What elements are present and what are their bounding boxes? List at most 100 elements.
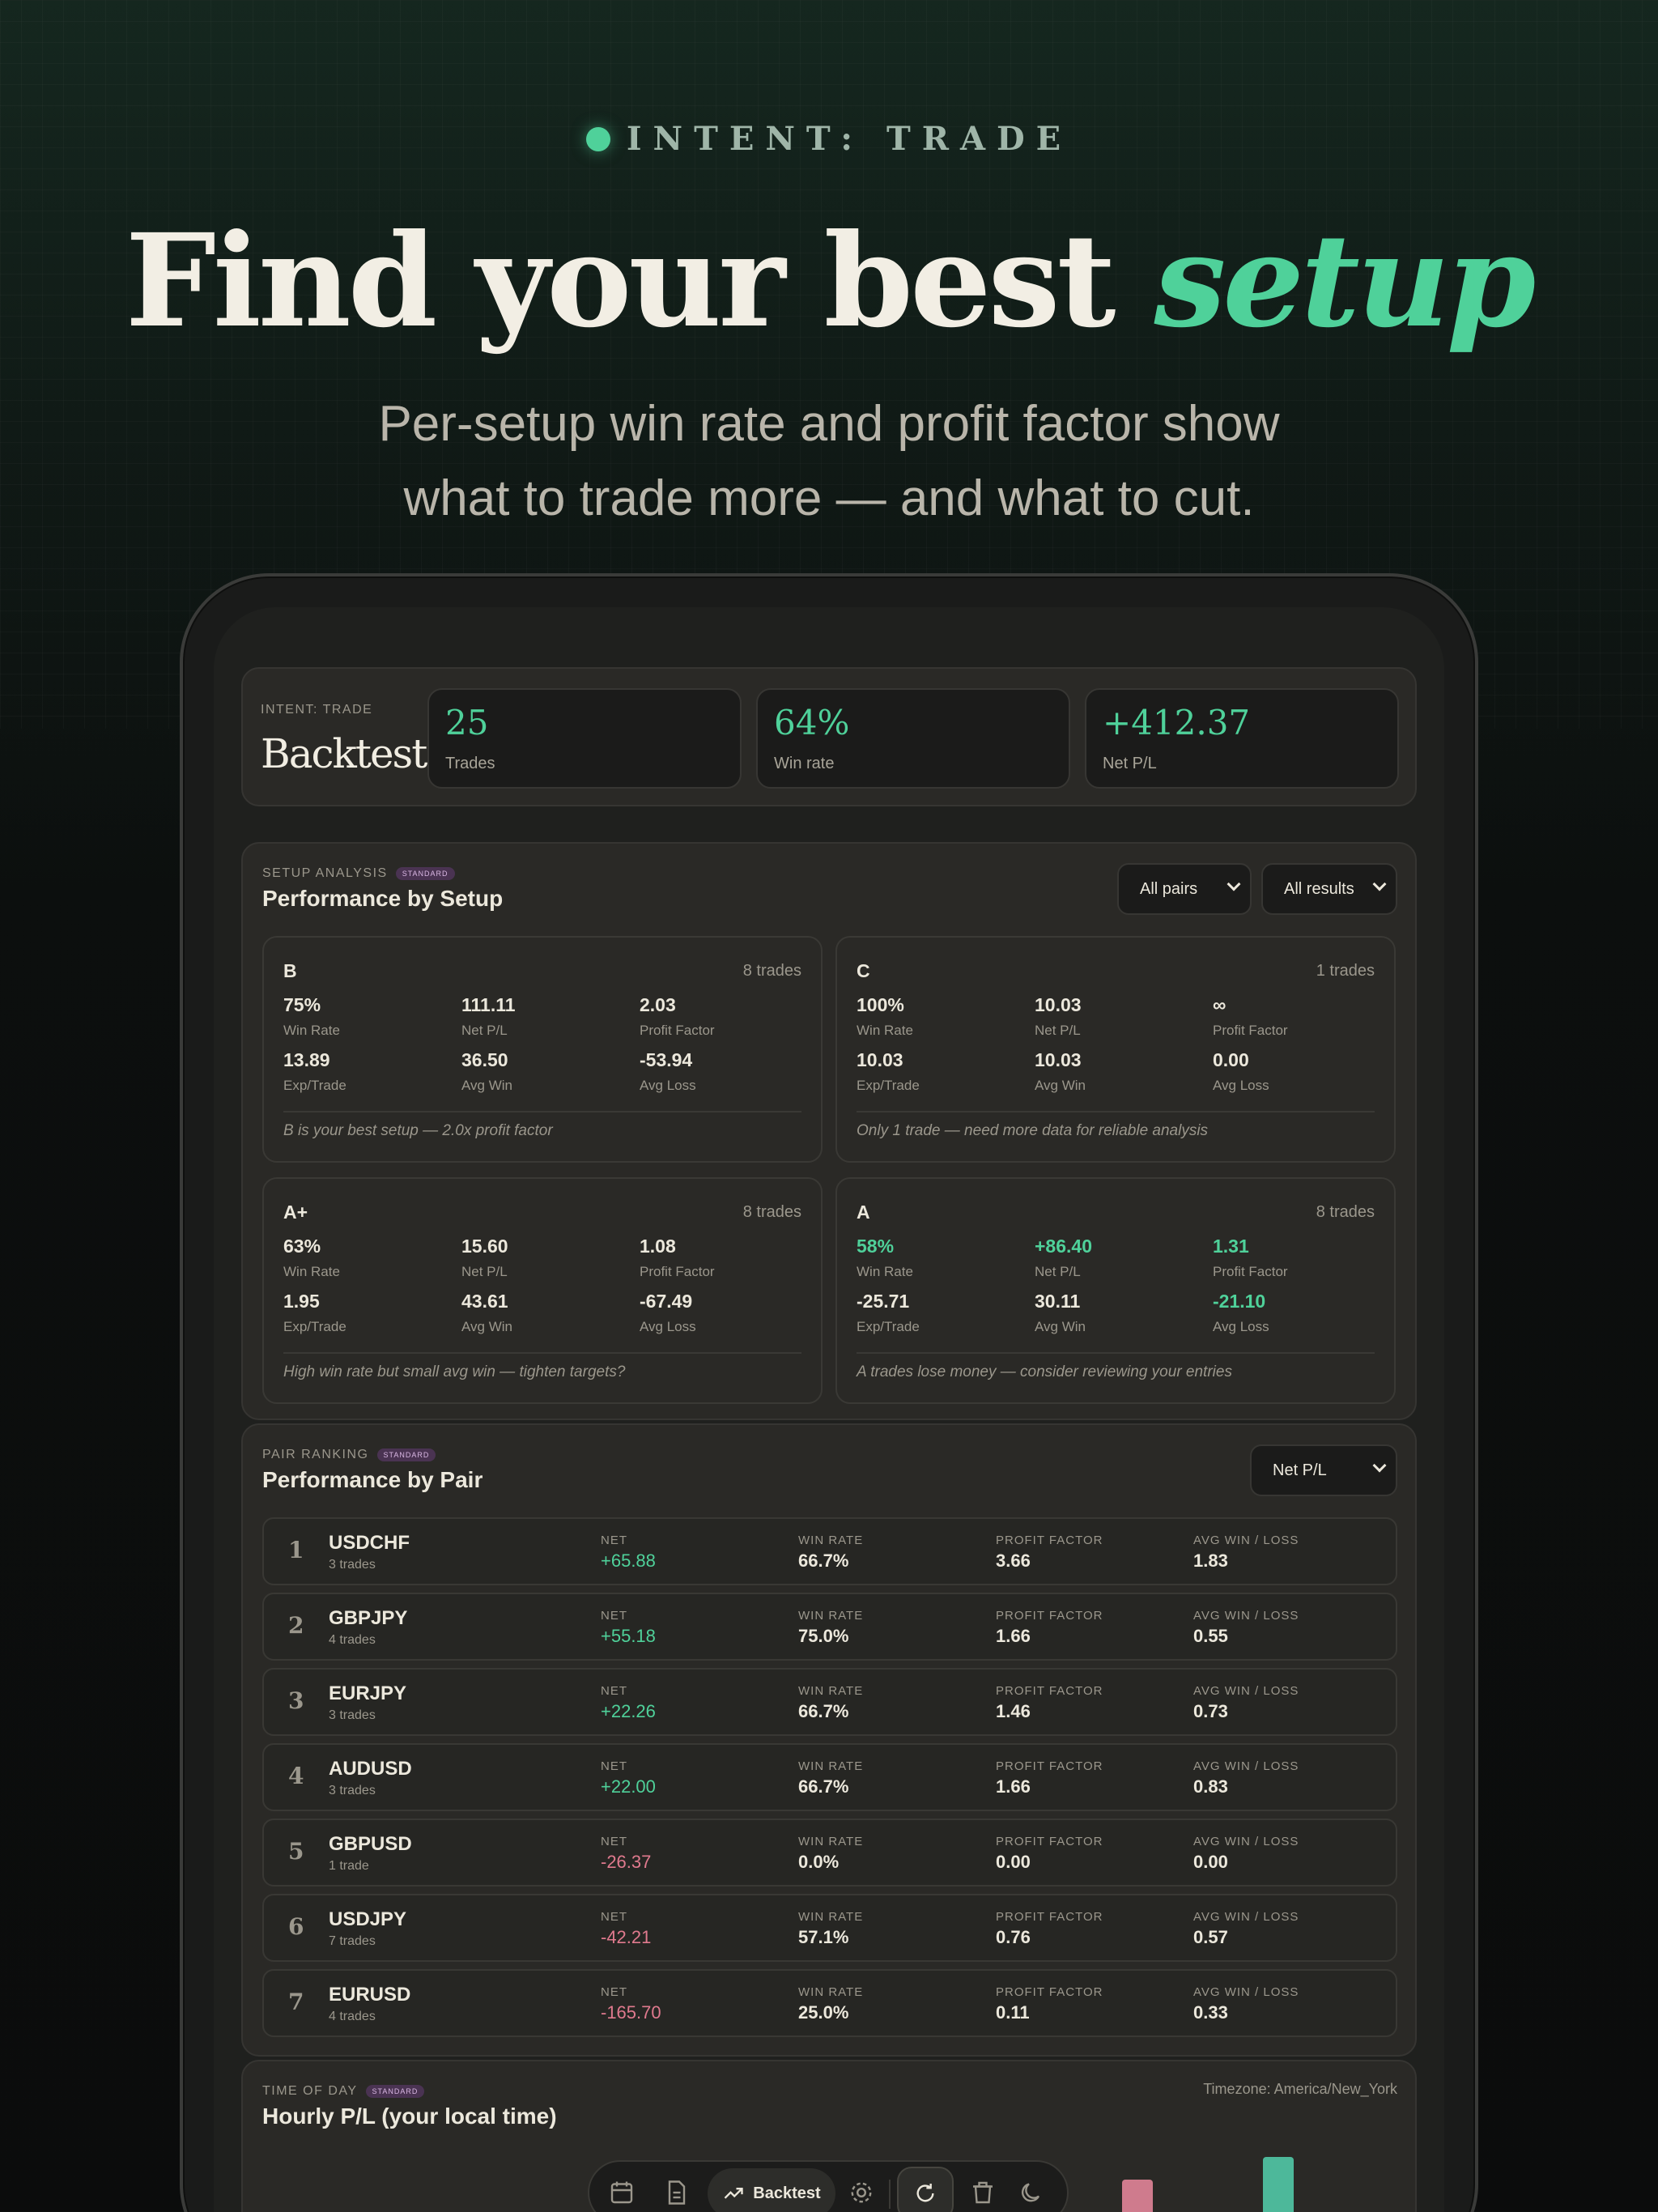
moon-icon[interactable] bbox=[1017, 2178, 1046, 2207]
pair-row[interactable]: 5 GBPUSD 1 trade NET -26.37 WIN RATE 0.0… bbox=[262, 1819, 1397, 1887]
pair-row[interactable]: 7 EURUSD 4 trades NET -165.70 WIN RATE 2… bbox=[262, 1969, 1397, 2037]
pair-win-rate: WIN RATE 66.7% bbox=[798, 1684, 863, 1722]
select-value: All results bbox=[1284, 879, 1354, 898]
setup-insight: A trades lose money — consider reviewing… bbox=[857, 1363, 1232, 1380]
metric-value: -21.10 bbox=[1213, 1291, 1266, 1312]
section-eyebrow: TIME OF DAY STANDARD bbox=[262, 2084, 425, 2099]
stat-label: Trades bbox=[445, 755, 495, 772]
metric-label: Net P/L bbox=[1035, 1264, 1081, 1279]
metric-value: 1.31 bbox=[1213, 1236, 1249, 1257]
stat-value: 64% bbox=[774, 703, 850, 742]
hero-subtitle: Per-setup win rate and profit factor sho… bbox=[0, 387, 1658, 536]
column-label: NET bbox=[601, 1835, 627, 1848]
refresh-icon bbox=[916, 2184, 934, 2202]
status-dot-icon bbox=[585, 126, 610, 151]
backtest-tab-label: Backtest bbox=[753, 2184, 821, 2202]
section-eyebrow-text: TIME OF DAY bbox=[262, 2084, 358, 2098]
pair-win-rate: WIN RATE 75.0% bbox=[798, 1609, 863, 1647]
column-label: NET bbox=[601, 1684, 627, 1698]
section-eyebrow-text: SETUP ANALYSIS bbox=[262, 866, 388, 880]
column-label: PROFIT FACTOR bbox=[996, 1835, 1103, 1848]
metric-label: Profit Factor bbox=[640, 1023, 715, 1038]
column-value: 0.76 bbox=[996, 1927, 1031, 1947]
pair-avg-win-loss: AVG WIN / LOSS 0.57 bbox=[1193, 1910, 1299, 1948]
metric-win-rate: 63% Win Rate bbox=[283, 1236, 340, 1280]
column-label: PROFIT FACTOR bbox=[996, 1609, 1103, 1623]
trash-icon[interactable] bbox=[968, 2178, 997, 2207]
metric-label: Net P/L bbox=[461, 1023, 508, 1038]
pair-trade-count: 7 trades bbox=[329, 1934, 376, 1948]
pair-rank: 6 bbox=[288, 1913, 304, 1940]
column-value: 75.0% bbox=[798, 1626, 849, 1646]
hero-title-main: Find your best bbox=[125, 206, 1154, 356]
metric-avg-win: 43.61 Avg Win bbox=[461, 1291, 512, 1335]
pair-row[interactable]: 2 GBPJPY 4 trades NET +55.18 WIN RATE 75… bbox=[262, 1593, 1397, 1661]
section-title: Performance by Pair bbox=[262, 1467, 483, 1492]
metric-win-rate: 75% Win Rate bbox=[283, 994, 340, 1039]
column-label: WIN RATE bbox=[798, 1534, 864, 1547]
pair-avg-win-loss: AVG WIN / LOSS 0.83 bbox=[1193, 1759, 1299, 1797]
column-label: PROFIT FACTOR bbox=[996, 1684, 1103, 1698]
pair-rank: 2 bbox=[288, 1612, 304, 1639]
metric-value: 0.00 bbox=[1213, 1049, 1249, 1070]
metric-avg-loss: -21.10 Avg Loss bbox=[1213, 1291, 1269, 1335]
column-label: AVG WIN / LOSS bbox=[1193, 1759, 1299, 1773]
pair-net: NET +22.00 bbox=[601, 1759, 656, 1797]
metric-value: 58% bbox=[857, 1236, 895, 1257]
metric-value: 1.08 bbox=[640, 1236, 676, 1257]
column-label: PROFIT FACTOR bbox=[996, 1759, 1103, 1773]
pair-net: NET -26.37 bbox=[601, 1835, 651, 1873]
column-value: -42.21 bbox=[601, 1927, 652, 1947]
hero-title: Find your best setup bbox=[0, 209, 1658, 355]
setup-name: A+ bbox=[283, 1202, 308, 1223]
setup-card-a-plus: A+ 8 trades 63% Win Rate 15.60 Net P/L 1… bbox=[262, 1177, 823, 1404]
chevron-down-icon bbox=[1226, 877, 1241, 891]
standard-badge: STANDARD bbox=[376, 1448, 436, 1461]
metric-value: -25.71 bbox=[857, 1291, 910, 1312]
column-value: 0.00 bbox=[996, 1852, 1031, 1872]
metric-profit-factor: 1.08 Profit Factor bbox=[640, 1236, 715, 1280]
column-value: 0.33 bbox=[1193, 2002, 1228, 2023]
pair-win-rate: WIN RATE 57.1% bbox=[798, 1910, 863, 1948]
pair-avg-win-loss: AVG WIN / LOSS 0.73 bbox=[1193, 1684, 1299, 1722]
pairs-filter-select[interactable]: All pairs bbox=[1117, 863, 1252, 915]
gear-icon[interactable] bbox=[847, 2178, 876, 2207]
pair-net: NET +55.18 bbox=[601, 1609, 656, 1647]
metric-label: Win Rate bbox=[857, 1023, 913, 1038]
header-card: INTENT: TRADE Backtest 25 Trades 64% Win… bbox=[241, 667, 1417, 806]
pair-row[interactable]: 3 EURJPY 3 trades NET +22.26 WIN RATE 66… bbox=[262, 1668, 1397, 1736]
pair-profit-factor: PROFIT FACTOR 3.66 bbox=[996, 1534, 1103, 1572]
column-value: 0.55 bbox=[1193, 1626, 1228, 1646]
metric-avg-loss: 0.00 Avg Loss bbox=[1213, 1049, 1269, 1094]
document-icon[interactable] bbox=[662, 2178, 691, 2207]
pair-row[interactable]: 1 USDCHF 3 trades NET +65.88 WIN RATE 66… bbox=[262, 1517, 1397, 1585]
pair-trade-count: 4 trades bbox=[329, 1633, 376, 1647]
setup-card-a: A 8 trades 58% Win Rate +86.40 Net P/L 1… bbox=[835, 1177, 1396, 1404]
column-label: NET bbox=[601, 1534, 627, 1547]
setup-trade-count: 1 trades bbox=[1316, 962, 1375, 980]
column-value: 1.66 bbox=[996, 1776, 1031, 1797]
backtest-tab[interactable]: Backtest bbox=[708, 2168, 835, 2212]
column-label: WIN RATE bbox=[798, 1910, 864, 1924]
column-label: PROFIT FACTOR bbox=[996, 1534, 1103, 1547]
metric-avg-win: 30.11 Avg Win bbox=[1035, 1291, 1086, 1335]
pair-sort-select[interactable]: Net P/L bbox=[1250, 1444, 1397, 1496]
pair-net: NET +65.88 bbox=[601, 1534, 656, 1572]
setup-name: C bbox=[857, 960, 870, 981]
hero-eyebrow: INTENT: TRADE bbox=[0, 120, 1658, 158]
divider bbox=[283, 1352, 801, 1354]
metric-label: Net P/L bbox=[1035, 1023, 1081, 1038]
metric-value: 13.89 bbox=[283, 1049, 330, 1070]
hero-subtitle-line: Per-setup win rate and profit factor sho… bbox=[378, 396, 1280, 452]
metric-value: 75% bbox=[283, 994, 321, 1015]
refresh-button[interactable] bbox=[897, 2167, 954, 2212]
pair-name: EURUSD bbox=[329, 1984, 411, 2006]
pair-name: AUDUSD bbox=[329, 1758, 412, 1780]
stat-win-rate: 64% Win rate bbox=[756, 688, 1070, 789]
column-value: 0.83 bbox=[1193, 1776, 1228, 1797]
calendar-icon[interactable] bbox=[607, 2178, 636, 2207]
metric-value: 100% bbox=[857, 994, 904, 1015]
pair-row[interactable]: 4 AUDUSD 3 trades NET +22.00 WIN RATE 66… bbox=[262, 1743, 1397, 1811]
pair-row[interactable]: 6 USDJPY 7 trades NET -42.21 WIN RATE 57… bbox=[262, 1894, 1397, 1962]
results-filter-select[interactable]: All results bbox=[1261, 863, 1397, 915]
